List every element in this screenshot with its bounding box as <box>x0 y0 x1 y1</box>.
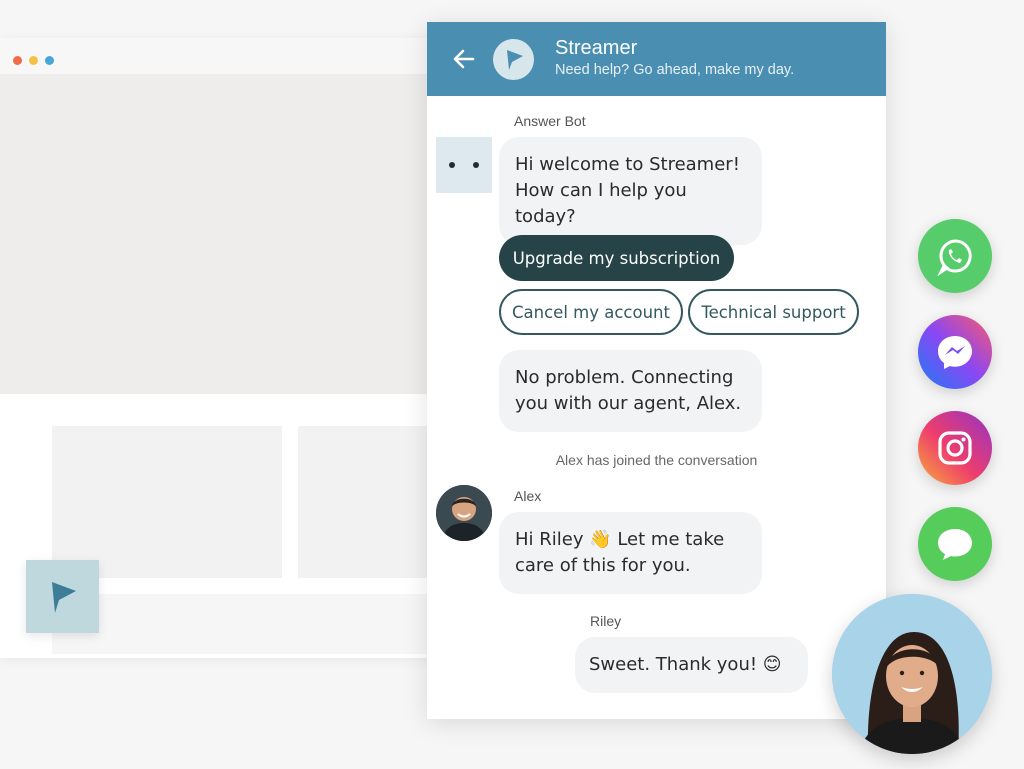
messenger-button[interactable] <box>918 315 992 389</box>
message-text-line: care of this for you. <box>515 555 691 576</box>
flag-logo-icon <box>506 49 523 70</box>
user-message-bubble: Sweet. Thank you! 😊 <box>575 637 808 693</box>
agent-avatar <box>436 485 492 541</box>
window-minimize-dot <box>29 56 38 65</box>
brand-avatar <box>493 39 534 80</box>
window-maximize-dot <box>45 56 54 65</box>
instagram-button[interactable] <box>918 411 992 485</box>
whatsapp-button[interactable] <box>918 219 992 293</box>
back-arrow-icon[interactable] <box>451 46 477 72</box>
instagram-icon <box>938 431 972 465</box>
message-text-line: you with our agent, Alex. <box>515 393 742 414</box>
browser-footer-placeholder <box>52 594 440 654</box>
message-text-line: How can I help you today? <box>515 180 687 227</box>
sms-button[interactable] <box>918 507 992 581</box>
browser-title-bar <box>0 38 440 74</box>
message-text-line: Hi welcome to Streamer! <box>515 154 740 175</box>
user-portrait <box>832 594 992 754</box>
bot-avatar <box>436 137 492 193</box>
chat-launcher-button[interactable] <box>26 560 99 633</box>
user-portrait-icon <box>832 594 992 754</box>
flag-logo-icon <box>51 581 76 613</box>
quick-reply-cancel-button[interactable]: Cancel my account <box>499 289 683 335</box>
sender-label-agent: Alex <box>514 488 542 504</box>
chat-title: Streamer <box>555 37 638 59</box>
bot-message-bubble: No problem. Connecting you with our agen… <box>499 350 762 432</box>
whatsapp-icon <box>937 239 972 276</box>
chat-header: Streamer Need help? Go ahead, make my da… <box>427 22 886 96</box>
window-close-dot <box>13 56 22 65</box>
bot-eye <box>473 162 479 168</box>
quick-reply-support-button[interactable]: Technical support <box>688 289 859 335</box>
message-text-line: No problem. Connecting <box>515 367 734 388</box>
system-message: Alex has joined the conversation <box>555 452 758 468</box>
agent-portrait-icon <box>436 485 492 541</box>
sms-icon <box>938 529 972 560</box>
message-text-line: Hi Riley 👋 Let me take <box>515 529 725 550</box>
bot-eye <box>449 162 455 168</box>
message-text-line: Sweet. Thank you! 😊 <box>589 654 782 675</box>
agent-message-bubble: Hi Riley 👋 Let me take care of this for … <box>499 512 762 594</box>
bot-message-bubble: Hi welcome to Streamer! How can I help y… <box>499 137 762 245</box>
messenger-icon <box>938 336 972 369</box>
browser-card-placeholder <box>298 426 440 578</box>
sender-label-bot: Answer Bot <box>514 113 586 129</box>
sender-label-user: Riley <box>590 613 622 629</box>
quick-reply-upgrade-button[interactable]: Upgrade my subscription <box>499 235 734 281</box>
browser-hero-placeholder <box>0 74 440 394</box>
chat-widget: Streamer Need help? Go ahead, make my da… <box>427 22 886 719</box>
chat-subtitle: Need help? Go ahead, make my day. <box>555 62 795 78</box>
browser-card-placeholder <box>52 426 282 578</box>
